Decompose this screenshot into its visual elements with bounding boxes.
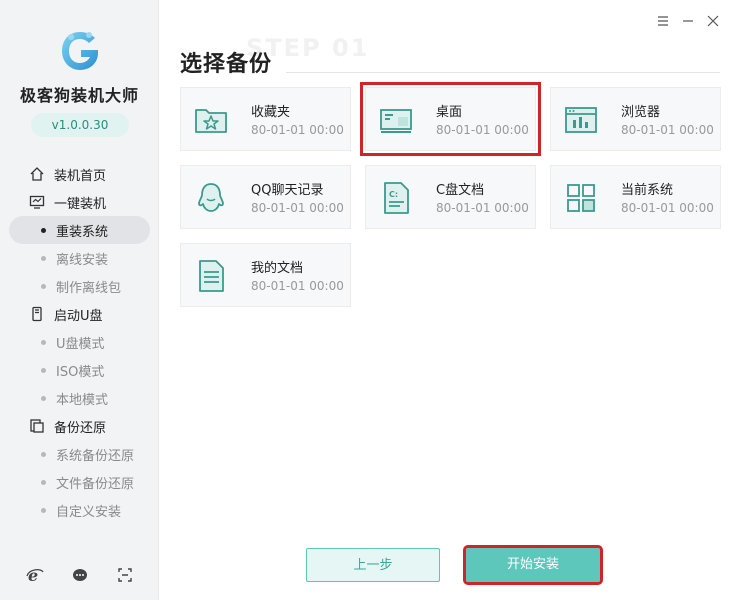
bullet-dot — [41, 228, 46, 233]
close-icon[interactable] — [704, 12, 722, 30]
title-divider — [286, 72, 720, 73]
my-documents-icon — [193, 258, 229, 294]
nav-group-home[interactable]: 装机首页 — [0, 160, 159, 188]
sidebar-item-label: 重装系统 — [56, 224, 109, 240]
sidebar-item-reinstall-system[interactable]: 重装系统 — [9, 216, 150, 244]
backup-card-browser[interactable]: 浏览器 80-01-01 00:00 — [550, 87, 721, 151]
nav-group-boot-usb[interactable]: 启动U盘 — [0, 300, 159, 328]
sidebar-item-label: 制作离线包 — [56, 280, 122, 296]
bullet-dot — [41, 452, 46, 457]
bullet-dot — [41, 368, 46, 373]
nav-group-backup-restore[interactable]: 备份还原 — [0, 412, 159, 440]
backup-card-current-system[interactable]: 当前系统 80-01-01 00:00 — [550, 165, 721, 229]
screenshot-icon[interactable] — [114, 564, 136, 586]
sidebar-item-file-backup-restore[interactable]: 文件备份还原 — [0, 468, 159, 496]
sidebar-item-usb-mode[interactable]: U盘模式 — [0, 328, 159, 356]
system-grid-icon — [563, 180, 599, 216]
sidebar-item-system-backup-restore[interactable]: 系统备份还原 — [0, 440, 159, 468]
menu-icon[interactable] — [654, 12, 672, 30]
backup-icon — [28, 417, 46, 435]
backup-card-my-documents[interactable]: 我的文档 80-01-01 00:00 — [180, 243, 351, 307]
start-install-button[interactable]: 开始安装 — [463, 545, 603, 585]
app-name: 极客狗装机大师 — [19, 86, 139, 105]
card-name: 收藏夹 — [251, 105, 291, 120]
monitor-icon — [28, 193, 46, 211]
sidebar-item-iso-mode[interactable]: ISO模式 — [0, 356, 159, 384]
sidebar: 极客狗装机大师 v1.0.0.30 装机首页 一键装机 重装系统 离线安装 制作… — [0, 0, 159, 600]
sidebar-item-make-offline-package[interactable]: 制作离线包 — [0, 272, 159, 300]
card-name: QQ聊天记录 — [251, 183, 324, 198]
card-name: C盘文档 — [436, 183, 485, 198]
bullet-dot — [41, 284, 46, 289]
backup-card-desktop[interactable]: 桌面 80-01-01 00:00 — [360, 82, 541, 156]
card-date: 80-01-01 00:00 — [251, 279, 344, 293]
nav-group-one-click-install[interactable]: 一键装机 — [0, 188, 159, 216]
favorites-folder-icon — [193, 102, 229, 138]
desktop-icon — [378, 102, 414, 138]
sidebar-item-label: U盘模式 — [56, 336, 105, 352]
version-badge: v1.0.0.30 — [31, 113, 129, 137]
bullet-dot — [41, 480, 46, 485]
card-date: 80-01-01 00:00 — [436, 201, 529, 215]
sidebar-item-label: 本地模式 — [56, 392, 109, 408]
page-title: 选择备份 — [180, 52, 273, 77]
card-date: 80-01-01 00:00 — [436, 123, 529, 137]
bullet-dot — [41, 396, 46, 401]
chat-support-icon[interactable] — [69, 564, 91, 586]
nav-group-label: 一键装机 — [54, 196, 107, 212]
previous-step-button[interactable]: 上一步 — [306, 548, 440, 582]
backup-card-qq-chat[interactable]: QQ聊天记录 80-01-01 00:00 — [180, 165, 351, 229]
c-drive-document-icon: C: — [378, 180, 414, 216]
nav-group-label: 备份还原 — [54, 420, 107, 436]
home-icon — [28, 165, 46, 183]
ie-browser-icon[interactable]: e — [24, 564, 46, 586]
minimize-icon[interactable] — [679, 12, 697, 30]
sidebar-item-offline-install[interactable]: 离线安装 — [0, 244, 159, 272]
sidebar-item-custom-install[interactable]: 自定义安装 — [0, 496, 159, 524]
card-name: 浏览器 — [621, 105, 661, 120]
card-date: 80-01-01 00:00 — [621, 201, 714, 215]
sidebar-item-label: 自定义安装 — [56, 504, 122, 520]
sidebar-item-label: 离线安装 — [56, 252, 109, 268]
nav-group-label: 装机首页 — [54, 168, 107, 184]
sidebar-bottom-toolbar: e — [0, 564, 159, 588]
sidebar-item-label: 系统备份还原 — [56, 448, 135, 464]
card-date: 80-01-01 00:00 — [251, 123, 344, 137]
card-name: 我的文档 — [251, 261, 304, 276]
sidebar-nav: 装机首页 一键装机 重装系统 离线安装 制作离线包 启动U盘 U盘模式 ISO模… — [0, 160, 159, 524]
sidebar-item-local-mode[interactable]: 本地模式 — [0, 384, 159, 412]
bullet-dot — [41, 256, 46, 261]
svg-text:e: e — [28, 566, 38, 584]
card-name: 当前系统 — [621, 183, 674, 198]
sidebar-item-label: ISO模式 — [56, 364, 105, 380]
backup-card-c-drive-docs[interactable]: C: C盘文档 80-01-01 00:00 — [365, 165, 536, 229]
browser-icon — [563, 102, 599, 138]
card-name: 桌面 — [436, 105, 463, 120]
svg-text:C:: C: — [389, 190, 398, 199]
card-date: 80-01-01 00:00 — [621, 123, 714, 137]
qq-penguin-icon — [193, 180, 229, 216]
bullet-dot — [41, 340, 46, 345]
sidebar-item-label: 文件备份还原 — [56, 476, 135, 492]
backup-card-favorites[interactable]: 收藏夹 80-01-01 00:00 — [180, 87, 351, 151]
nav-group-label: 启动U盘 — [54, 308, 103, 324]
card-date: 80-01-01 00:00 — [251, 201, 344, 215]
usb-icon — [28, 305, 46, 323]
bullet-dot — [41, 508, 46, 513]
app-logo-icon — [57, 28, 103, 74]
